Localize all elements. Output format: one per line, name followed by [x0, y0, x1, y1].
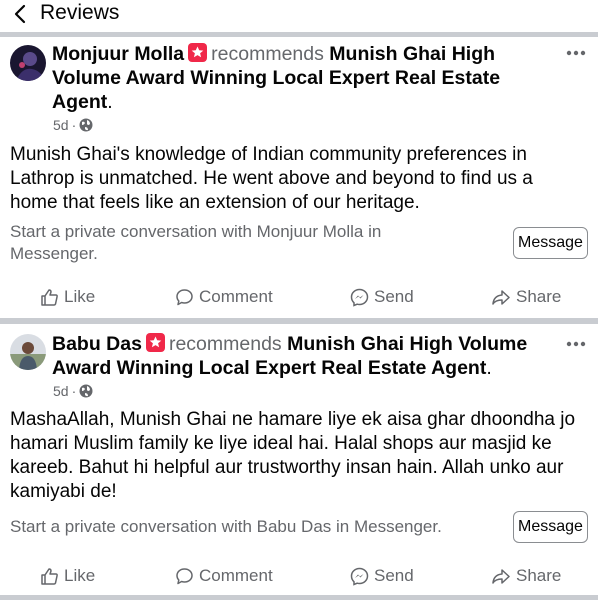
- meta-dot: ·: [71, 383, 77, 399]
- meta-dot: ·: [71, 117, 77, 133]
- message-button[interactable]: Message: [513, 227, 588, 259]
- comment-button[interactable]: Comment: [175, 556, 273, 596]
- period: .: [486, 357, 492, 379]
- recommendation-badge-icon: [188, 43, 208, 62]
- share-button[interactable]: Share: [491, 277, 561, 317]
- more-options-icon[interactable]: [566, 50, 586, 56]
- review-headline: Monjuur Molla recommends Munish Ghai High…: [52, 42, 552, 114]
- share-icon: [492, 568, 510, 584]
- comment-icon: [176, 288, 193, 305]
- like-icon: [41, 567, 58, 585]
- separator: [0, 595, 598, 600]
- avatar[interactable]: [10, 334, 46, 370]
- recommends-label: recommends: [211, 43, 324, 65]
- messenger-icon: [350, 288, 369, 307]
- timestamp[interactable]: 5d: [53, 117, 69, 133]
- recommends-label: recommends: [168, 333, 282, 355]
- like-label: Like: [64, 566, 96, 585]
- review-text: MashaAllah, Munish Ghai ne hamare liye e…: [10, 409, 576, 502]
- send-button[interactable]: Send: [350, 277, 414, 317]
- author-name[interactable]: Monjuur Molla: [52, 43, 184, 65]
- globe-icon: [79, 384, 93, 398]
- like-label: Like: [64, 287, 96, 306]
- private-conversation-text: Start a private conversation with Babu D…: [10, 517, 442, 536]
- messenger-icon: [350, 567, 369, 586]
- share-label: Share: [516, 287, 562, 306]
- like-button[interactable]: Like: [40, 556, 95, 596]
- comment-button[interactable]: Comment: [175, 277, 273, 317]
- header: Reviews: [0, 0, 598, 32]
- send-label: Send: [374, 287, 414, 306]
- like-button[interactable]: Like: [40, 277, 95, 317]
- private-conversation-text: Start a private conversation with Monjuu…: [10, 222, 382, 263]
- share-label: Share: [516, 566, 562, 585]
- more-options-icon[interactable]: [566, 341, 586, 347]
- back-arrow-icon[interactable]: [10, 3, 32, 25]
- review-text: Munish Ghai's knowledge of Indian commun…: [10, 144, 533, 213]
- comment-label: Comment: [199, 566, 273, 585]
- page-title: Reviews: [40, 1, 120, 24]
- comment-label: Comment: [199, 287, 273, 306]
- action-bar: Like Comment Send Share: [0, 277, 598, 317]
- like-icon: [41, 288, 58, 306]
- author-name[interactable]: Babu Das: [52, 333, 142, 355]
- timestamp[interactable]: 5d: [53, 383, 69, 399]
- action-bar: Like Comment Send Share: [0, 556, 598, 596]
- recommendation-badge-icon: [145, 333, 165, 352]
- send-label: Send: [374, 566, 414, 585]
- period: .: [107, 91, 113, 113]
- share-icon: [492, 289, 510, 305]
- send-button[interactable]: Send: [350, 556, 414, 596]
- review-post-1: Monjuur Molla recommends Munish Ghai High…: [0, 37, 598, 315]
- globe-icon: [79, 118, 93, 132]
- post-meta: 5d ·: [53, 383, 93, 399]
- comment-icon: [176, 567, 193, 584]
- review-headline: Babu Das recommends Munish Ghai High Volu…: [52, 332, 552, 380]
- post-meta: 5d ·: [53, 117, 93, 133]
- message-button[interactable]: Message: [513, 511, 588, 543]
- share-button[interactable]: Share: [491, 556, 561, 596]
- review-post-2: Babu Das recommends Munish Ghai High Volu…: [0, 324, 598, 594]
- avatar[interactable]: [10, 45, 46, 81]
